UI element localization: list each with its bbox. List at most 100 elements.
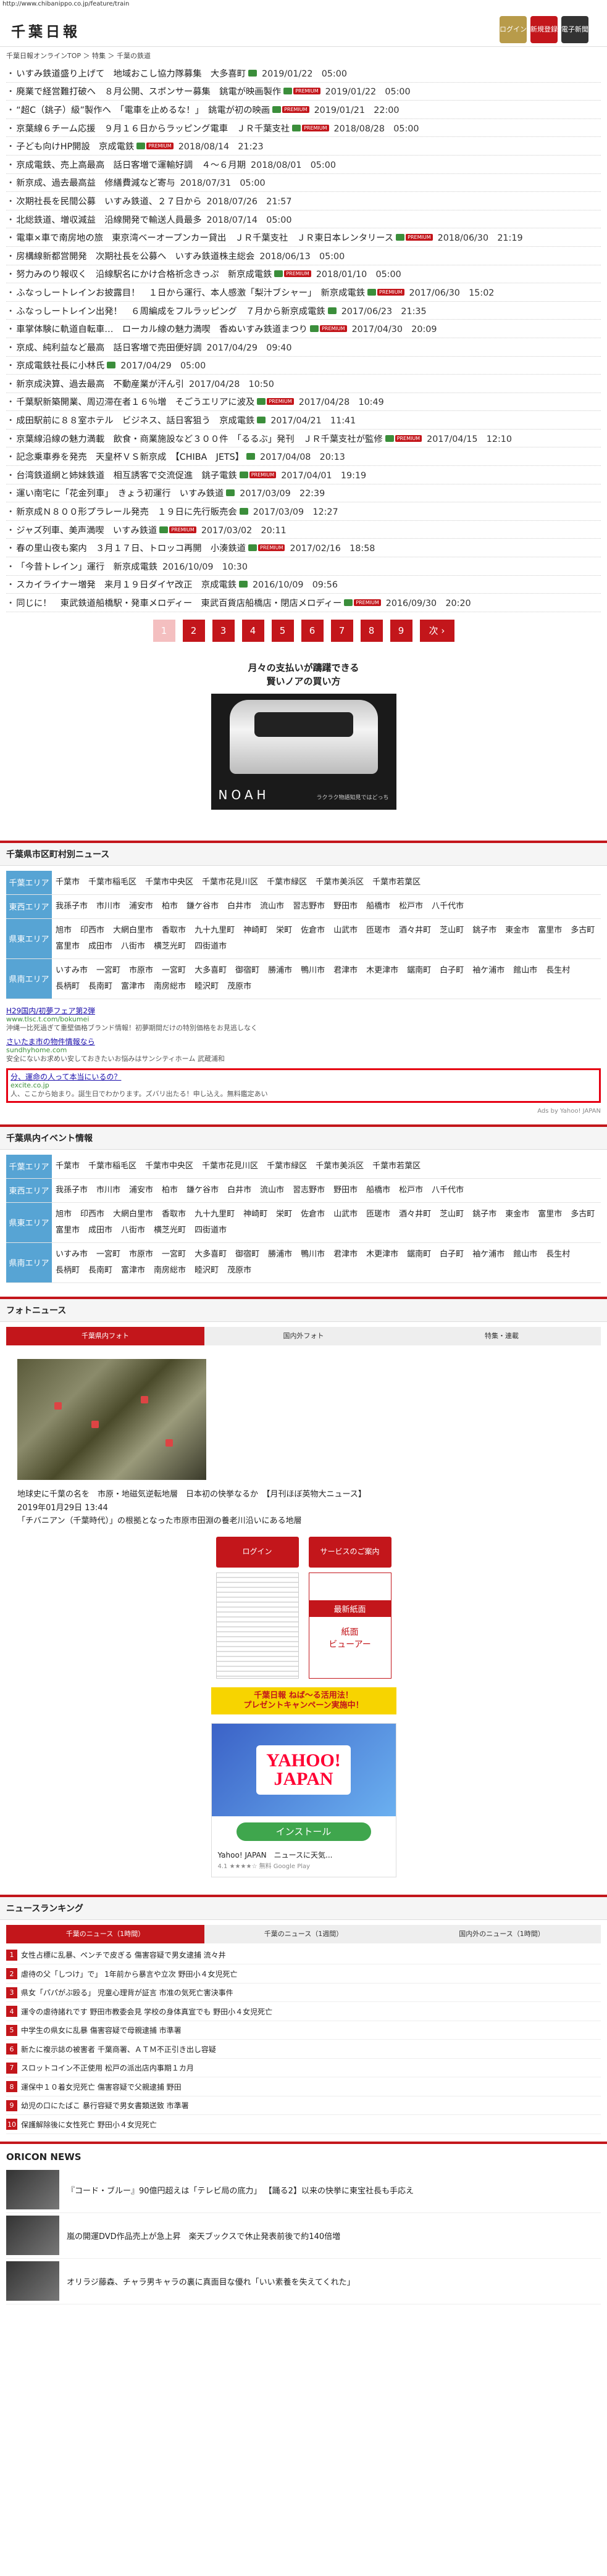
oricon-item[interactable]: オリラジ藤森、チャラ男キャラの裏に真面目な優れ「いい素養を失えてくれた」: [6, 2259, 601, 2304]
ranking-title-text[interactable]: スロットコイン不正使用 松戸の派出店内事期１カ月: [21, 2063, 194, 2073]
city-link[interactable]: 四街道市: [195, 939, 227, 955]
city-link[interactable]: 成田市: [88, 1223, 112, 1239]
page-2-link[interactable]: 2: [182, 619, 205, 642]
city-link[interactable]: 館山市: [513, 1247, 537, 1263]
city-link[interactable]: 匝瑳市: [366, 923, 390, 939]
city-link[interactable]: 柏市: [162, 899, 178, 915]
city-link[interactable]: 大網白里市: [113, 923, 153, 939]
city-link[interactable]: 鋸南町: [407, 1247, 431, 1263]
news-item[interactable]: ・車掌体験に軌道自転車… ローカル線の魅力満喫 香ぬいすみ鉄道まつり PREMIU…: [6, 320, 601, 338]
city-link[interactable]: 御宿町: [235, 963, 259, 979]
city-link[interactable]: 流山市: [260, 1182, 284, 1199]
campaign-banner[interactable]: 千葉日報 ねば～る活用法！ プレゼントキャンペーン実施中！: [211, 1687, 396, 1714]
city-link[interactable]: 我孫子市: [56, 1182, 88, 1199]
city-link[interactable]: 木更津市: [366, 1247, 398, 1263]
news-item[interactable]: ・京葉線６チーム応援 ９月１６日からラッピング電車 ＪＲ千葉支社 PREMIUM 2…: [6, 119, 601, 138]
ranking-item[interactable]: 10 保護解除後に女性死亡 野田小４女児死亡: [6, 2115, 601, 2134]
city-link[interactable]: いすみ市: [56, 963, 88, 979]
city-link[interactable]: 八街市: [121, 1223, 145, 1239]
city-link[interactable]: 芝山町: [440, 923, 464, 939]
city-link[interactable]: 酒々井町: [399, 1207, 431, 1223]
news-item[interactable]: ・房構線新都営開発 次期社長を公募へ いすみ鉄道株主総会 2018/06/13 0…: [6, 247, 601, 265]
page-5-link[interactable]: 5: [271, 619, 294, 642]
city-link[interactable]: 千葉市美浜区: [316, 1158, 364, 1174]
city-link[interactable]: 四街道市: [195, 1223, 227, 1239]
news-item[interactable]: ・記念乗車券を発売 天皇杯ＶＳ新京成 【CHIBA JETS】 2017/04/0…: [6, 447, 601, 467]
news-title[interactable]: 新京成Ｎ８００形プラレール発売 １９日に先行販売会: [16, 505, 237, 518]
news-title[interactable]: ジャズ列車、美声満喫 いすみ鉄道: [16, 523, 157, 536]
ranking-item[interactable]: 9 幼児の口にたばこ 暴行容疑で男女書類送致 市準署: [6, 2096, 601, 2116]
sponsored-title[interactable]: H29国内/初夢フェア第2弾: [6, 1007, 601, 1015]
news-item[interactable]: ・ふなっしートレイン出発！ ６周編成をフルラッピング ７月から新京成電鉄 2017…: [6, 302, 601, 320]
oricon-headline[interactable]: 嵐の開運DVD作品売上が急上昇 楽天ブックスで休止発表前後で約140倍増: [67, 2230, 340, 2242]
city-link[interactable]: 八千代市: [432, 1182, 464, 1199]
city-link[interactable]: 千葉市若葉区: [372, 875, 421, 891]
news-title[interactable]: 廃業で経営難打破へ ８月公開、スポンサー募集 銚電が映画製作: [16, 85, 281, 98]
city-link[interactable]: 浦安市: [129, 899, 153, 915]
city-link[interactable]: 富里市: [538, 1207, 562, 1223]
city-link[interactable]: 千葉市若葉区: [372, 1158, 421, 1174]
ranking-title-text[interactable]: 県女「パパがぶ殴る」 児童心理背が証言 市准の気死亡害決事件: [21, 1987, 233, 1998]
oricon-thumbnail[interactable]: [6, 2261, 59, 2301]
city-link[interactable]: 八千代市: [432, 899, 464, 915]
news-item[interactable]: ・廃業で経営難打破へ ８月公開、スポンサー募集 銚電が映画製作 PREMIUM 20…: [6, 83, 601, 101]
page-1-link[interactable]: 1: [153, 619, 175, 642]
city-link[interactable]: 船橋市: [366, 1182, 390, 1199]
city-link[interactable]: 鎌ケ谷市: [186, 899, 219, 915]
city-link[interactable]: 酒々井町: [399, 923, 431, 939]
city-link[interactable]: 鴨川市: [301, 1247, 325, 1263]
ranking-item[interactable]: 8 運保中１０着女児死亡 傷害容疑で父親逮捕 野田: [6, 2077, 601, 2096]
side-login-button[interactable]: ログイン: [216, 1536, 299, 1568]
news-item[interactable]: ・新京成Ｎ８００形プラレール発売 １９日に先行販売会 2017/03/09 12:…: [6, 502, 601, 521]
city-link[interactable]: 千葉市緑区: [267, 875, 307, 891]
service-info-button[interactable]: サービスのご案内: [308, 1536, 391, 1568]
news-item[interactable]: ・京成、純利益など最高 話日客増で売田便好調 2017/04/29 09:40: [6, 338, 601, 357]
ranking-title-text[interactable]: 中学生の県女に乱暴 傷害容疑で母親逮捕 市準署: [21, 2025, 182, 2035]
city-link[interactable]: 印西市: [80, 923, 104, 939]
sponsored-item[interactable]: H29国内/初夢フェア第2弾 www.tlsc.t.com/bokumei 沖縄…: [6, 1007, 601, 1032]
city-link[interactable]: 長生村: [546, 963, 570, 979]
city-link[interactable]: 成田市: [88, 939, 112, 955]
news-title[interactable]: 電車×車で南房地の旅 東京湾ベーオープンカー貸出 ＪＲ千葉支社 ＪＲ東日本レンタ…: [16, 231, 393, 244]
login-button[interactable]: ログイン: [500, 16, 527, 43]
news-title[interactable]: 京葉線沿線の魅力満載 飲食・商業施設など３００件 「るるぶ」発刊 ＪＲ千葉支社が…: [16, 432, 382, 445]
newspaper-image[interactable]: [216, 1572, 299, 1679]
city-link[interactable]: 大網白里市: [113, 1207, 153, 1223]
news-title[interactable]: 京成、純利益など最高 話日客増で売田便好調: [16, 341, 201, 354]
city-link[interactable]: 市原市: [129, 963, 153, 979]
city-link[interactable]: 千葉市花見川区: [202, 875, 258, 891]
city-link[interactable]: 多古町: [571, 923, 595, 939]
tab-world-1h[interactable]: 国内外のニュース（1時間）: [403, 1924, 601, 1943]
news-title[interactable]: 「今昔トレイン」運行 新京成電鉄: [16, 560, 157, 573]
city-link[interactable]: 九十九里町: [195, 923, 235, 939]
photo-caption[interactable]: 地球史に千葉の名を 市原・地磁気逆転地層 日本初の快挙なるか 【月刊ほぼ英物大ニ…: [17, 1489, 590, 1501]
city-link[interactable]: 印西市: [80, 1207, 104, 1223]
city-link[interactable]: 長柄町: [56, 1263, 80, 1279]
news-title[interactable]: 次期社長を民間公募 いすみ鉄道、２７日から: [16, 194, 201, 207]
news-title[interactable]: ふなっしートレインお披露目！ １日から運行、本人感激「梨汁ブシャー」 新京成電鉄: [16, 286, 365, 299]
city-link[interactable]: 山武市: [333, 923, 358, 939]
news-title[interactable]: 同じに！ 東武鉄道船橋駅・発車メロディー 東武百貨店船橋店・閉店メロディー: [16, 596, 341, 609]
news-title[interactable]: スカイライナー増発 来月１９日ダイヤ改正 京成電鉄: [16, 578, 237, 591]
news-item[interactable]: ・ふなっしートレインお披露目！ １日から運行、本人感激「梨汁ブシャー」 新京成電…: [6, 283, 601, 302]
city-link[interactable]: 市川市: [96, 1182, 120, 1199]
city-link[interactable]: 習志野市: [293, 899, 325, 915]
city-link[interactable]: 千葉市花見川区: [202, 1158, 258, 1174]
news-title[interactable]: 房構線新都営開発 次期社長を公募へ いすみ鉄道株主総会: [16, 249, 254, 262]
city-link[interactable]: 館山市: [513, 963, 537, 979]
city-link[interactable]: 佐倉市: [301, 923, 325, 939]
ranking-item[interactable]: 5 中学生の県女に乱暴 傷害容疑で母親逮捕 市準署: [6, 2021, 601, 2040]
city-link[interactable]: 東金市: [505, 923, 529, 939]
city-link[interactable]: 旭市: [56, 1207, 72, 1223]
ranking-item[interactable]: 7 スロットコイン不正使用 松戸の派出店内事期１カ月: [6, 2059, 601, 2078]
page-8-link[interactable]: 8: [360, 619, 383, 642]
news-title[interactable]: 北総鉄道、増収減益 沿線開発で輸送人員最多: [16, 213, 201, 226]
city-link[interactable]: 千葉市美浜区: [316, 875, 364, 891]
tab-chiba-1w[interactable]: 千葉のニュース（1週間）: [204, 1924, 403, 1943]
city-link[interactable]: 市原市: [129, 1247, 153, 1263]
ranking-title-text[interactable]: 新たに複示誌の被害者 千葉商署、ＡＴＭ不正引き出し容疑: [21, 2044, 216, 2055]
city-link[interactable]: 一宮町: [96, 1247, 120, 1263]
page-7-link[interactable]: 7: [330, 619, 353, 642]
city-link[interactable]: 横芝光町: [154, 1223, 186, 1239]
news-item[interactable]: ・京成電鉄、売上高最高 話日客増で運輸好調 ４～６月期 2018/08/01 05…: [6, 156, 601, 174]
